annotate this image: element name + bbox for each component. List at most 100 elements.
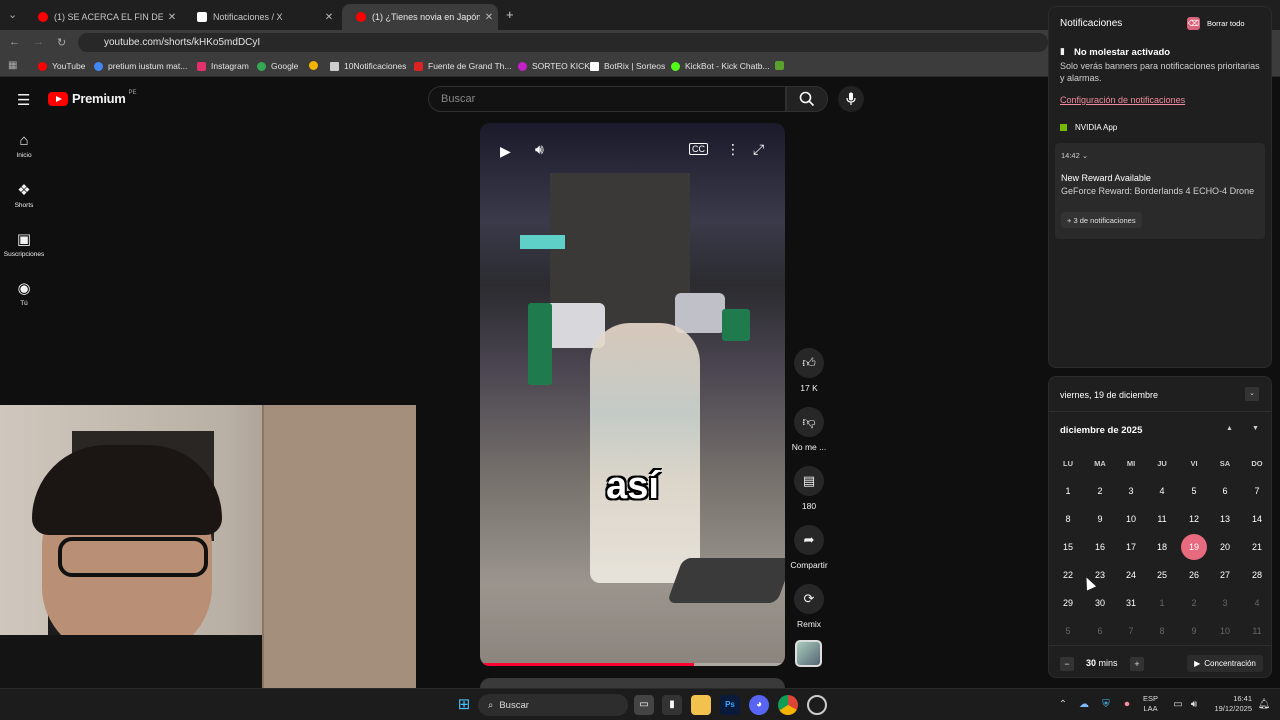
forward-icon[interactable]: → (33, 36, 44, 48)
calendar-day[interactable]: 7 (1118, 618, 1144, 644)
security-icon[interactable]: ⛨ (1096, 695, 1116, 715)
play-icon[interactable]: ▶ (500, 143, 511, 160)
more-options-icon[interactable]: ⋮ (726, 141, 740, 158)
calendar-day[interactable]: 10 (1212, 618, 1238, 644)
language-indicator[interactable]: ESP LAA (1143, 694, 1158, 714)
sound-thumbnail[interactable] (795, 640, 822, 667)
tab-3[interactable]: (1) ¿Tienes novia en Japón... y n ✕ (342, 4, 498, 30)
tab-2[interactable]: Notificaciones / X ✕ (183, 4, 338, 30)
voice-search-button[interactable] (838, 86, 864, 112)
calendar-day[interactable]: 20 (1212, 534, 1238, 560)
calendar-day[interactable]: 24 (1118, 562, 1144, 588)
remix-button[interactable]: ⟳ Remix (787, 584, 831, 629)
calendar-day[interactable]: 19 (1181, 534, 1207, 560)
like-button[interactable]: 👍︎ 17 K (787, 348, 831, 393)
calendar-day[interactable]: 18 (1149, 534, 1175, 560)
fullscreen-icon[interactable]: ⤢ (753, 141, 764, 158)
calendar-day[interactable]: 28 (1244, 562, 1270, 588)
calendar-day[interactable]: 4 (1244, 590, 1270, 616)
show-hidden-icons-icon[interactable]: ⌃ (1053, 695, 1073, 715)
calendar-day[interactable]: 2 (1181, 590, 1207, 616)
bookmark-instagram[interactable]: Instagram (197, 61, 249, 71)
notification-bell-icon[interactable]: 🔔︎ (1254, 695, 1274, 715)
captions-icon[interactable]: CC (689, 143, 708, 155)
calendar-day[interactable]: 16 (1087, 534, 1113, 560)
bookmark-extra[interactable] (775, 61, 789, 70)
bookmark-sorteo-kick[interactable]: SORTEO KICK (518, 61, 590, 71)
clear-all-button[interactable]: ⌫ Borrar todo (1187, 16, 1265, 31)
share-button[interactable]: ➦ Compartir (787, 525, 831, 570)
calendar-day[interactable]: 12 (1181, 506, 1207, 532)
calendar-day[interactable]: 31 (1118, 590, 1144, 616)
task-view-icon[interactable]: ▭ (634, 695, 654, 715)
calendar-day[interactable]: 11 (1149, 506, 1175, 532)
chevron-down-icon[interactable]: ⌄ (1082, 151, 1088, 160)
focus-increase-button[interactable]: + (1130, 657, 1144, 671)
calendar-day[interactable]: 6 (1087, 618, 1113, 644)
calendar-day[interactable]: 1 (1149, 590, 1175, 616)
volume-icon[interactable]: 🔊︎ (535, 141, 544, 158)
calendar-day[interactable]: 5 (1055, 618, 1081, 644)
calendar-day[interactable]: 9 (1087, 506, 1113, 532)
bookmark-gta[interactable]: Fuente de Grand Th... (414, 61, 511, 71)
calendar-day[interactable]: 15 (1055, 534, 1081, 560)
bookmark-pinwheel[interactable] (309, 61, 323, 70)
calendar-day[interactable]: 22 (1055, 562, 1081, 588)
file-explorer-icon[interactable] (691, 695, 711, 715)
dislike-button[interactable]: 👎︎ No me ... (787, 407, 831, 452)
calendar-day[interactable]: 11 (1244, 618, 1270, 644)
apps-grid-icon[interactable]: ▦ (8, 60, 17, 71)
calendar-day[interactable]: 25 (1149, 562, 1175, 588)
video-progress-bar[interactable] (480, 663, 785, 666)
close-tab-icon[interactable]: ✕ (320, 12, 338, 23)
bookmark-google[interactable]: Google (257, 61, 298, 71)
comments-button[interactable]: ▤ 180 (787, 466, 831, 511)
bookmark-x-notifications[interactable]: 10Notificaciones (330, 61, 406, 71)
bookmark-pretium[interactable]: pretium iustum mat... (94, 61, 187, 71)
nav-shorts[interactable]: ❖ Shorts (0, 181, 48, 209)
hamburger-menu-icon[interactable]: ☰ (17, 91, 30, 109)
windows-start-icon[interactable]: ⊞ (454, 695, 474, 715)
discord-icon[interactable]: ◕ (749, 695, 769, 715)
next-month-icon[interactable]: ▼ (1252, 425, 1259, 432)
calendar-day[interactable]: 30 (1087, 590, 1113, 616)
calendar-day[interactable]: 13 (1212, 506, 1238, 532)
shorts-video-player[interactable]: ▶ 🔊︎ CC ⋮ ⤢ así (480, 123, 785, 666)
reload-icon[interactable]: ↻ (57, 36, 66, 49)
calendar-day[interactable]: 27 (1212, 562, 1238, 588)
tab-1[interactable]: (1) SE ACERCA EL FIN DE KICK? ✕ (24, 4, 181, 30)
bookmark-botrix[interactable]: BotRix | Sorteos (590, 61, 665, 71)
calendar-day[interactable]: 1 (1055, 478, 1081, 504)
nav-subscriptions[interactable]: ▣ Suscripciones (0, 230, 48, 258)
focus-decrease-button[interactable]: − (1060, 657, 1074, 671)
calendar-day[interactable]: 8 (1149, 618, 1175, 644)
tab-search-icon[interactable]: ⌄ (8, 8, 17, 21)
nav-you[interactable]: ◉ Tú (0, 279, 48, 307)
calendar-day[interactable]: 14 (1244, 506, 1270, 532)
microphone-icon[interactable]: ⏺ (1117, 695, 1137, 715)
close-tab-icon[interactable]: ✕ (163, 12, 181, 23)
onedrive-icon[interactable]: ☁ (1074, 695, 1094, 715)
bookmark-kickbot[interactable]: KickBot - Kick Chatb... (671, 61, 770, 71)
notification-settings-link[interactable]: Configuración de notificaciones (1060, 95, 1185, 105)
nav-home[interactable]: ⌂ Inicio (0, 132, 48, 159)
calendar-day[interactable]: 4 (1149, 478, 1175, 504)
search-input[interactable]: Buscar (428, 86, 786, 112)
calendar-day[interactable]: 9 (1181, 618, 1207, 644)
new-tab-icon[interactable]: + (506, 7, 514, 22)
calendar-day[interactable]: 10 (1118, 506, 1144, 532)
bookmark-youtube[interactable]: YouTube (38, 61, 85, 71)
taskbar-search[interactable]: ⌕ Buscar (478, 694, 628, 716)
calendar-day[interactable]: 2 (1087, 478, 1113, 504)
search-button[interactable] (786, 86, 828, 112)
close-tab-icon[interactable]: ✕ (480, 12, 498, 23)
focus-session-button[interactable]: ▶ Concentración (1187, 655, 1263, 672)
calendar-day[interactable]: 7 (1244, 478, 1270, 504)
back-icon[interactable]: ← (9, 36, 20, 48)
notification-card[interactable]: 14:42 ⌄ New Reward Available GeForce Rew… (1055, 143, 1265, 239)
clock[interactable]: 16:41 19/12/2025 (1208, 694, 1252, 714)
calendar-day[interactable]: 21 (1244, 534, 1270, 560)
calendar-day[interactable]: 29 (1055, 590, 1081, 616)
calendar-day[interactable]: 5 (1181, 478, 1207, 504)
app-icon[interactable] (807, 695, 827, 715)
